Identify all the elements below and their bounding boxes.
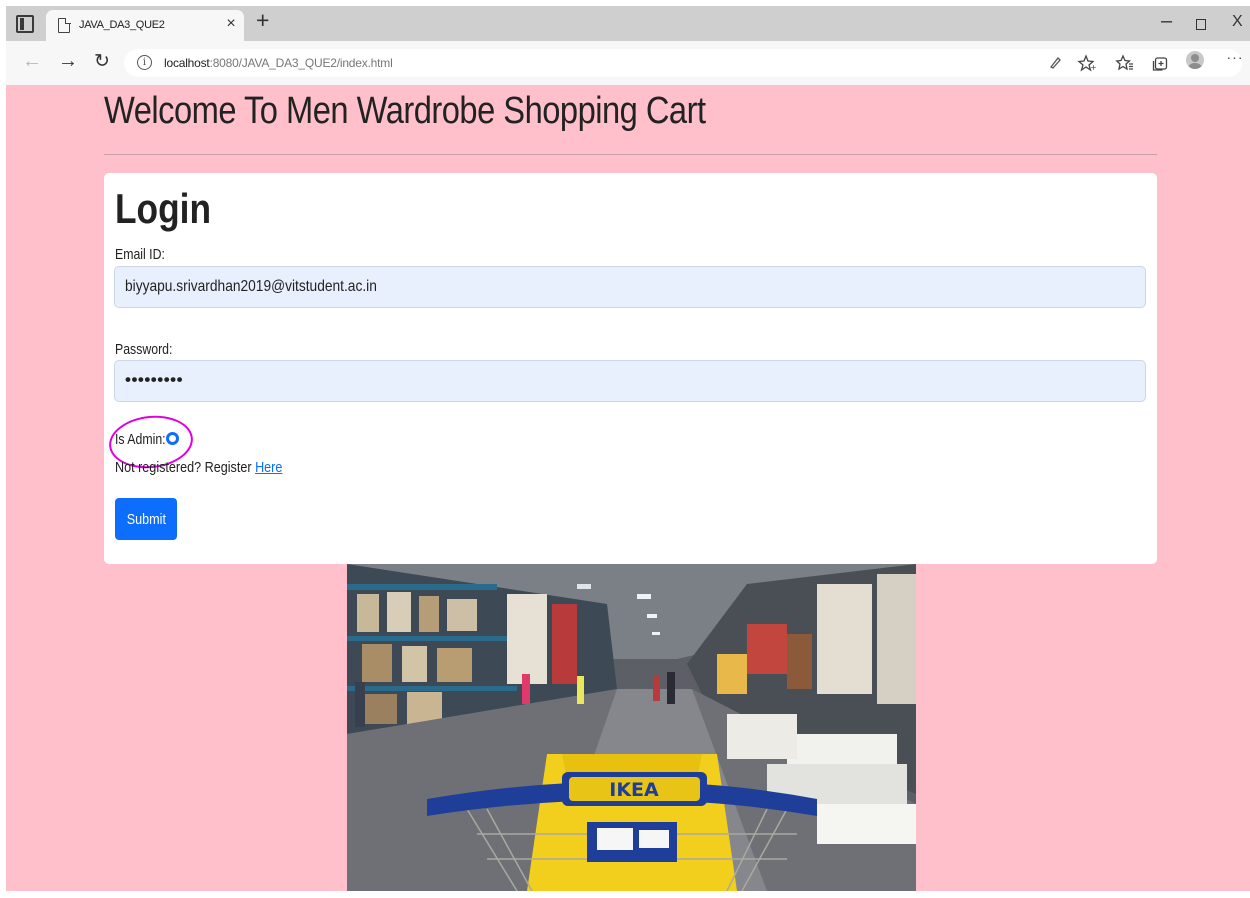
address-bar[interactable]: i localhost:8080/JAVA_DA3_QUE2/index.htm…: [124, 49, 1242, 77]
password-label: Password:: [115, 341, 173, 358]
tab-title: JAVA_DA3_QUE2: [79, 19, 165, 31]
url-path: :8080/JAVA_DA3_QUE2/index.html: [209, 56, 393, 70]
info-icon[interactable]: i: [137, 55, 152, 70]
tab-close-icon[interactable]: ×: [222, 15, 240, 33]
screen: JAVA_DA3_QUE2 × + – X ← → ↻ i localhost:…: [0, 0, 1250, 898]
register-prompt: Not registered? Register Here: [115, 459, 282, 476]
email-field[interactable]: biyyapu.srivardhan2019@vitstudent.ac.in: [114, 266, 1146, 308]
url-host: localhost: [164, 56, 210, 70]
close-window-icon[interactable]: X: [1232, 13, 1243, 31]
submit-button[interactable]: Submit: [115, 498, 177, 540]
heading-divider: [104, 154, 1157, 155]
submit-label: Submit: [126, 510, 166, 528]
maximize-icon[interactable]: [1196, 19, 1206, 30]
favorites-icon[interactable]: [1114, 54, 1136, 72]
tab-strip: JAVA_DA3_QUE2 × + – X: [6, 6, 1250, 41]
url-text[interactable]: localhost:8080/JAVA_DA3_QUE2/index.html: [164, 56, 393, 70]
profile-icon[interactable]: [1186, 51, 1204, 69]
browser-tab[interactable]: JAVA_DA3_QUE2 ×: [46, 10, 244, 41]
register-link[interactable]: Here: [255, 459, 282, 476]
new-tab-icon[interactable]: +: [256, 7, 269, 34]
password-value: •••••••••: [125, 370, 184, 389]
minimize-icon[interactable]: –: [1161, 10, 1172, 33]
tab-actions-icon[interactable]: [16, 15, 34, 33]
more-icon[interactable]: ···: [1224, 49, 1246, 65]
collections-icon[interactable]: [1150, 55, 1172, 72]
back-icon[interactable]: ←: [20, 50, 44, 73]
page-heading: Welcome To Men Wardrobe Shopping Cart: [104, 90, 706, 132]
email-label: Email ID:: [115, 246, 165, 263]
email-value: biyyapu.srivardhan2019@vitstudent.ac.in: [125, 278, 377, 295]
login-title: Login: [115, 185, 212, 232]
register-text: Not registered? Register: [115, 459, 256, 476]
page-viewport: Welcome To Men Wardrobe Shopping Cart Lo…: [6, 85, 1250, 891]
cart-logo-text: IKEA: [609, 779, 659, 801]
forward-icon[interactable]: →: [56, 50, 80, 73]
browser-toolbar: ← → ↻ i localhost:8080/JAVA_DA3_QUE2/ind…: [6, 41, 1250, 85]
reload-icon[interactable]: ↻: [90, 50, 114, 73]
page-icon: [58, 17, 71, 33]
login-card: Login Email ID: biyyapu.srivardhan2019@v…: [104, 173, 1157, 564]
favorites-add-icon[interactable]: +: [1076, 54, 1098, 72]
svg-text:+: +: [1090, 63, 1097, 72]
password-field[interactable]: •••••••••: [114, 360, 1146, 402]
store-photo-illustration: IKEA: [347, 564, 916, 891]
read-aloud-icon[interactable]: [1044, 55, 1066, 71]
store-photo: IKEA: [347, 564, 916, 891]
